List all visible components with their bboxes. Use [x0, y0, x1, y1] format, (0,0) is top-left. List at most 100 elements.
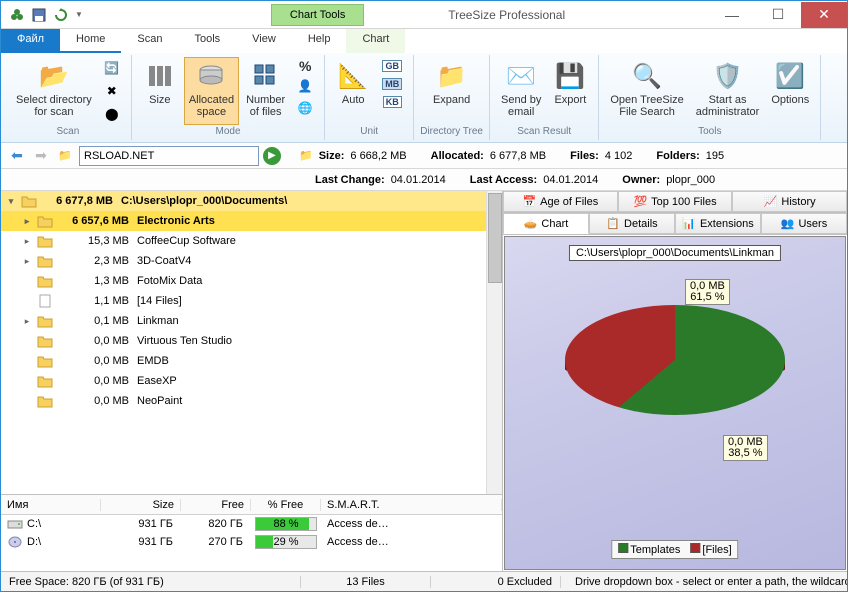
search-icon: 🔍 [631, 60, 663, 92]
tab-age[interactable]: 📅Age of Files [503, 191, 618, 212]
tab-extensions[interactable]: 📊Extensions [675, 213, 761, 234]
status-freespace: Free Space: 820 ГБ (of 931 ГБ) [1, 576, 301, 588]
ext-icon: 📊 [682, 217, 696, 230]
tree-row[interactable]: ▾6 677,8 MBC:\Users\plopr_000\Documents\ [1, 191, 502, 211]
tree-row[interactable]: 0,0 MBNeoPaint [1, 391, 502, 411]
mode-ext-button[interactable]: 🌐 [292, 97, 318, 119]
checklist-icon: ☑️ [774, 60, 806, 92]
folder-icon [37, 394, 53, 408]
nav-up-button[interactable]: 📁 [55, 146, 75, 166]
ribbon-group-mode: Mode [216, 125, 241, 138]
tab-scan[interactable]: Scan [121, 29, 178, 53]
select-directory-button[interactable]: 📂Select directory for scan [11, 57, 97, 125]
ribbon-group-scan: Scan [57, 125, 80, 138]
unit-mb-button[interactable]: MB [377, 75, 407, 93]
options-button[interactable]: ☑️Options [766, 57, 814, 125]
folder-icon [37, 354, 53, 368]
tab-home[interactable]: Home [60, 29, 121, 53]
folder-icon [37, 214, 53, 228]
folder-icon [37, 234, 53, 248]
drives-panel: Имя Size Free % Free S.M.A.R.T. C:\931 Г… [1, 495, 502, 571]
tab-details[interactable]: 📋Details [589, 213, 675, 234]
tree-scrollbar[interactable] [486, 191, 502, 494]
tab-view[interactable]: View [236, 29, 292, 53]
ruler-icon: 📐 [337, 60, 369, 92]
col-free[interactable]: Free [181, 499, 251, 511]
mode-filecount-button[interactable]: Number of files [241, 57, 290, 125]
chart-legend: Templates [Files] [611, 540, 738, 559]
send-email-button[interactable]: ✉️Send by email [496, 57, 546, 125]
unit-gb-button[interactable]: GB [377, 57, 407, 75]
ribbon-group-unit: Unit [360, 125, 378, 138]
owner-value: plopr_000 [666, 174, 715, 186]
drive-icon [195, 60, 227, 92]
nav-fwd-button[interactable]: ➡ [31, 146, 51, 166]
tree-row[interactable]: 1,1 MB[14 Files] [1, 291, 502, 311]
tree-row[interactable]: 0,0 MBEaseXP [1, 371, 502, 391]
status-files: 13 Files [301, 576, 431, 588]
grid-icon [250, 60, 282, 92]
tab-help[interactable]: Help [292, 29, 347, 53]
tree-row[interactable]: 1,3 MBFotoMix Data [1, 271, 502, 291]
folder-minus-icon: 📁 [299, 149, 313, 162]
start-admin-button[interactable]: 🛡️Start as administrator [691, 57, 765, 125]
col-pct[interactable]: % Free [251, 499, 321, 511]
refresh-scan-button[interactable]: 🔄 [99, 57, 125, 79]
mode-size-button[interactable]: Size [138, 57, 182, 125]
tree-row[interactable]: ▸15,3 MBCoffeeCup Software [1, 231, 502, 251]
expand-button[interactable]: 📁Expand [428, 57, 475, 125]
mode-user-button[interactable]: 👤 [292, 75, 318, 97]
tree-row[interactable]: ▸0,1 MBLinkman [1, 311, 502, 331]
col-smart[interactable]: S.M.A.R.T. [321, 499, 502, 511]
open-filesearch-button[interactable]: 🔍Open TreeSize File Search [605, 57, 688, 125]
folders-value: 195 [706, 150, 724, 162]
tree-row[interactable]: 0,0 MBEMDB [1, 351, 502, 371]
tab-chart[interactable]: Chart [346, 29, 405, 53]
save-icon[interactable] [31, 7, 47, 23]
col-name[interactable]: Имя [1, 499, 101, 511]
tab-chart2[interactable]: 🥧Chart [503, 213, 589, 234]
files-value: 4 102 [605, 150, 633, 162]
ribbon-group-scanresult: Scan Result [517, 125, 571, 138]
unit-auto-button[interactable]: 📐Auto [331, 57, 375, 125]
nav-back-button[interactable]: ⬅ [7, 146, 27, 166]
export-button[interactable]: 💾Export [548, 57, 592, 125]
qat-dropdown-icon[interactable]: ▼ [75, 10, 83, 19]
mode-percent-button[interactable]: % [292, 57, 318, 75]
tab-history[interactable]: 📈History [732, 191, 847, 212]
details-icon: 📋 [606, 217, 620, 230]
lastaccess-label: Last Access: [470, 174, 537, 186]
tab-users[interactable]: 👥Users [761, 213, 847, 234]
path-input[interactable] [79, 146, 259, 166]
close-button[interactable]: ✕ [801, 2, 847, 28]
folders-label: Folders: [656, 150, 699, 162]
chart-area: C:\Users\plopr_000\Documents\Linkman 0,0… [504, 236, 846, 570]
tab-tools[interactable]: Tools [178, 29, 236, 53]
file-icon [37, 294, 53, 308]
tree-row[interactable]: 0,0 MBVirtuous Ten Studio [1, 331, 502, 351]
calendar-icon: 📅 [522, 195, 536, 208]
directory-tree[interactable]: ▾6 677,8 MBC:\Users\plopr_000\Documents\… [1, 191, 502, 495]
drive-row[interactable]: C:\931 ГБ820 ГБ88 %Access de… [1, 515, 502, 533]
tab-file[interactable]: Файл [1, 29, 60, 53]
folder-icon [37, 334, 53, 348]
stop-scan-button[interactable]: ⬤ [99, 103, 125, 125]
tree-row[interactable]: ▸6 657,6 MBElectronic Arts [1, 211, 502, 231]
minimize-button[interactable]: — [709, 2, 755, 28]
mode-allocated-button[interactable]: Allocated space [184, 57, 239, 125]
unit-kb-button[interactable]: KB [377, 93, 407, 111]
user-icon: 👤 [297, 78, 313, 94]
lastaccess-value: 04.01.2014 [543, 174, 598, 186]
tab-top100[interactable]: 💯Top 100 Files [618, 191, 733, 212]
titlebar: ▼ Chart Tools TreeSize Professional — ☐ … [1, 1, 847, 29]
drive-icon [7, 536, 23, 548]
drive-row[interactable]: D:\931 ГБ270 ГБ29 %Access de… [1, 533, 502, 551]
go-button[interactable]: ▶ [263, 147, 281, 165]
col-size[interactable]: Size [101, 499, 181, 511]
remove-scan-button[interactable]: ✖ [99, 80, 125, 102]
tree-row[interactable]: ▸2,3 MB3D-CoatV4 [1, 251, 502, 271]
refresh-icon[interactable] [53, 7, 69, 23]
owner-label: Owner: [622, 174, 660, 186]
maximize-button[interactable]: ☐ [755, 2, 801, 28]
history-icon: 📈 [764, 195, 778, 208]
